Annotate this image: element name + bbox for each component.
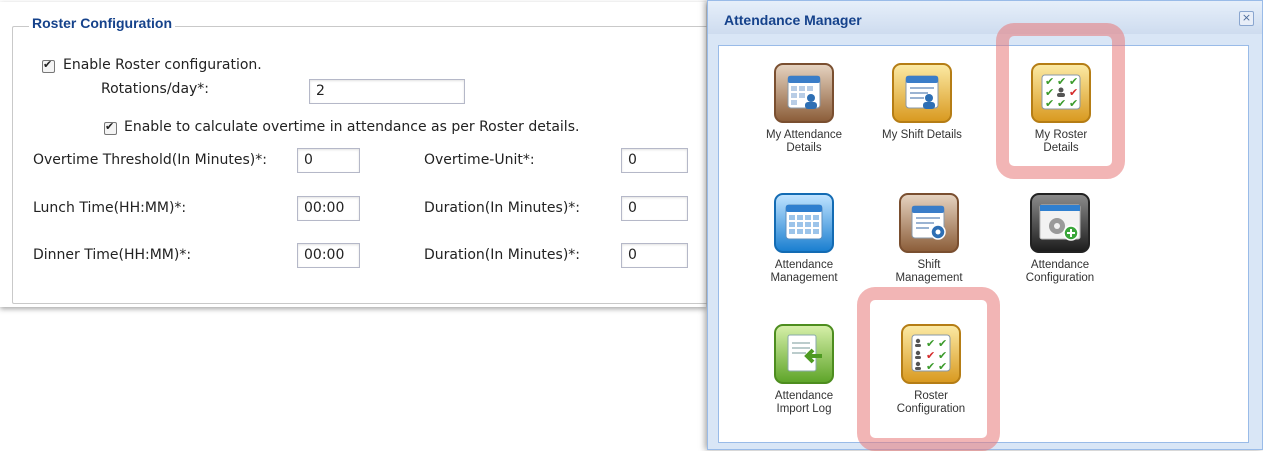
rotations-input[interactable]: 2: [309, 79, 465, 104]
overtime-calc-label: Enable to calculate overtime in attendan…: [124, 119, 580, 135]
lunch-time-input[interactable]: 00:00: [297, 196, 360, 221]
tile-label: Attendance Configuration: [1025, 259, 1095, 284]
attendance-configuration-icon: [1030, 193, 1090, 253]
lunch-duration-label: Duration(In Minutes)*:: [424, 200, 581, 216]
tile-attendance-management[interactable]: Attendance Management: [744, 193, 864, 285]
overtime-unit-label: Overtime-Unit*:: [424, 152, 535, 168]
tile-my-attendance-details[interactable]: My Attendance Details: [744, 63, 864, 155]
overtime-unit-input[interactable]: 0: [621, 148, 688, 173]
highlight-roster-configuration: [857, 287, 1000, 451]
tile-label: Shift Management: [895, 259, 963, 284]
tile-attendance-configuration[interactable]: Attendance Configuration: [1000, 193, 1120, 285]
import-log-icon: [774, 324, 834, 384]
highlight-my-roster-details: [996, 23, 1125, 179]
dinner-time-label: Dinner Time(HH:MM)*:: [33, 247, 192, 263]
window-title: Attendance Manager: [724, 12, 862, 28]
tile-shift-management[interactable]: Shift Management: [869, 193, 989, 285]
tile-label: My Attendance Details: [765, 129, 843, 154]
lunch-time-label: Lunch Time(HH:MM)*:: [33, 200, 187, 216]
overtime-calc-checkbox[interactable]: [104, 120, 117, 135]
dinner-time-input[interactable]: 00:00: [297, 243, 360, 268]
roster-configuration-panel: Roster Configuration Enable Roster confi…: [0, 2, 733, 307]
roster-legend: Roster Configuration: [29, 15, 175, 31]
window-header: Attendance Manager ×: [708, 1, 1262, 34]
tile-my-shift-details[interactable]: My Shift Details: [862, 63, 982, 142]
dinner-duration-input[interactable]: 0: [621, 243, 688, 268]
overtime-threshold-input[interactable]: 0: [297, 148, 360, 173]
tile-label: Attendance Management: [770, 259, 838, 284]
tile-label: Attendance Import Log: [774, 390, 834, 415]
shift-details-icon: [892, 63, 952, 123]
lunch-duration-input[interactable]: 0: [621, 196, 688, 221]
close-icon[interactable]: ×: [1239, 11, 1254, 26]
enable-roster-label: Enable Roster configuration.: [63, 57, 262, 73]
dinner-duration-label: Duration(In Minutes)*:: [424, 247, 581, 263]
shift-management-icon: [899, 193, 959, 253]
enable-roster-checkbox[interactable]: [42, 58, 55, 73]
attendance-details-icon: [774, 63, 834, 123]
tile-label: My Shift Details: [882, 129, 962, 141]
rotations-label: Rotations/day*:: [101, 81, 210, 97]
attendance-manager-window: Attendance Manager × My Attendance Detai…: [707, 0, 1263, 451]
tile-attendance-import-log[interactable]: Attendance Import Log: [744, 324, 864, 416]
attendance-management-icon: [774, 193, 834, 253]
overtime-threshold-label: Overtime Threshold(In Minutes)*:: [33, 152, 267, 168]
